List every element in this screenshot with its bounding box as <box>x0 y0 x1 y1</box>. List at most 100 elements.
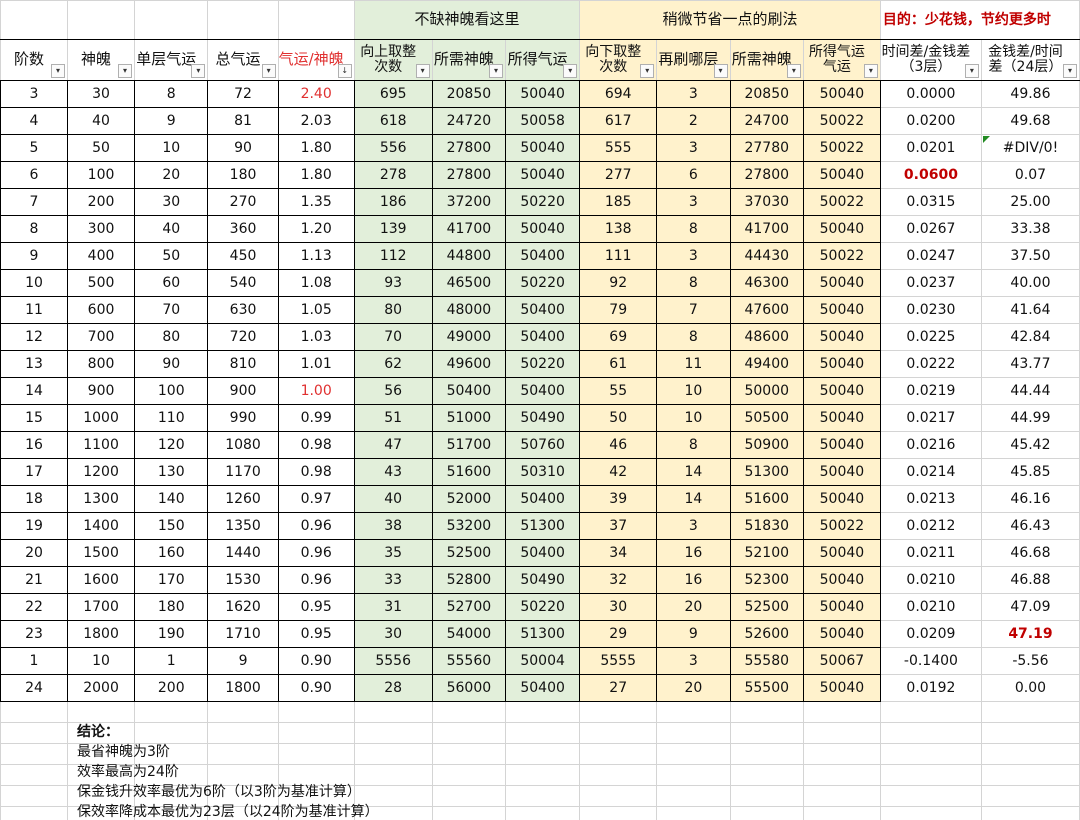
table-cell[interactable]: 50040 <box>802 80 881 108</box>
table-cell[interactable]: 1530 <box>207 566 279 594</box>
table-cell[interactable]: 30 <box>353 620 433 648</box>
table-cell[interactable]: 0.98 <box>277 431 355 459</box>
table-cell[interactable]: 50040 <box>802 485 881 513</box>
table-cell[interactable]: 16 <box>656 566 731 594</box>
empty-cell[interactable] <box>579 743 658 765</box>
filter-dropdown-icon[interactable]: ▾ <box>640 64 655 78</box>
table-cell[interactable]: 10 <box>656 404 731 432</box>
empty-cell[interactable] <box>277 701 355 723</box>
table-cell[interactable]: 1100 <box>67 431 136 459</box>
table-cell[interactable]: 0.0247 <box>879 242 982 270</box>
empty-cell[interactable] <box>980 722 1080 744</box>
table-cell[interactable]: 8 <box>656 431 731 459</box>
table-cell[interactable]: 43.77 <box>980 350 1080 378</box>
table-cell[interactable]: 20 <box>656 593 731 621</box>
empty-cell[interactable] <box>431 743 507 765</box>
column-header[interactable]: 向上取整次数 ▾ <box>353 39 433 81</box>
table-cell[interactable]: 51830 <box>729 512 804 540</box>
empty-cell[interactable] <box>656 785 731 807</box>
table-cell[interactable]: 50040 <box>802 377 881 405</box>
table-cell[interactable]: 3 <box>656 134 731 162</box>
table-cell[interactable]: 4 <box>0 107 69 135</box>
empty-cell[interactable] <box>802 806 881 820</box>
table-cell[interactable]: 50022 <box>802 134 881 162</box>
table-cell[interactable]: 0.96 <box>277 539 355 567</box>
table-cell[interactable]: 277 <box>579 161 658 189</box>
table-cell[interactable]: 70 <box>134 296 209 324</box>
column-header[interactable]: 神魄 ▾ <box>67 39 136 81</box>
table-cell[interactable]: 50400 <box>505 296 581 324</box>
table-cell[interactable]: 900 <box>207 377 279 405</box>
table-cell[interactable]: 1800 <box>67 620 136 648</box>
table-cell[interactable]: 28 <box>353 674 433 702</box>
table-cell[interactable]: 0.0201 <box>879 134 982 162</box>
table-cell[interactable]: 37.50 <box>980 242 1080 270</box>
conclusion-line-2[interactable]: 效率最高为24阶 <box>77 762 379 782</box>
table-cell[interactable]: 0.97 <box>277 485 355 513</box>
table-cell[interactable]: 50067 <box>802 647 881 675</box>
table-cell[interactable]: 130 <box>134 458 209 486</box>
empty-cell[interactable] <box>879 785 982 807</box>
table-cell[interactable]: 51300 <box>505 620 581 648</box>
table-cell[interactable]: 160 <box>134 539 209 567</box>
table-cell[interactable]: 30 <box>579 593 658 621</box>
table-cell[interactable]: 27800 <box>431 134 507 162</box>
table-cell[interactable]: 200 <box>67 188 136 216</box>
empty-cell[interactable] <box>579 722 658 744</box>
table-cell[interactable]: 450 <box>207 242 279 270</box>
table-cell[interactable]: 50022 <box>802 242 881 270</box>
table-cell[interactable]: 0.07 <box>980 161 1080 189</box>
table-cell[interactable]: 50004 <box>505 647 581 675</box>
conclusion-line-4[interactable]: 保效率降成本最优为23层（以24阶为基准计算） <box>77 802 379 820</box>
table-cell[interactable]: 51700 <box>431 431 507 459</box>
filter-dropdown-icon[interactable]: ▾ <box>118 64 133 78</box>
column-header[interactable]: 单层气运 ▾ <box>134 39 209 81</box>
table-cell[interactable]: 49000 <box>431 323 507 351</box>
table-cell[interactable]: 27780 <box>729 134 804 162</box>
table-cell[interactable]: 0.0216 <box>879 431 982 459</box>
table-cell[interactable]: 18 <box>0 485 69 513</box>
empty-cell[interactable] <box>579 764 658 786</box>
table-cell[interactable]: 1.00 <box>277 377 355 405</box>
empty-cell[interactable] <box>729 743 804 765</box>
table-cell[interactable]: 0.0222 <box>879 350 982 378</box>
table-cell[interactable]: 19 <box>0 512 69 540</box>
empty-cell[interactable] <box>879 701 982 723</box>
table-cell[interactable]: 38 <box>353 512 433 540</box>
table-cell[interactable]: 556 <box>353 134 433 162</box>
filter-dropdown-icon[interactable]: ▾ <box>713 64 728 78</box>
empty-cell[interactable] <box>980 764 1080 786</box>
table-cell[interactable]: 80 <box>134 323 209 351</box>
table-cell[interactable]: 11 <box>0 296 69 324</box>
empty-cell[interactable] <box>729 722 804 744</box>
table-cell[interactable]: 50 <box>67 134 136 162</box>
table-cell[interactable]: 16 <box>656 539 731 567</box>
empty-cell[interactable] <box>67 701 136 723</box>
table-cell[interactable]: 600 <box>67 296 136 324</box>
empty-cell[interactable] <box>0 764 69 786</box>
empty-cell[interactable] <box>879 743 982 765</box>
table-cell[interactable]: 62 <box>353 350 433 378</box>
table-cell[interactable]: 1000 <box>67 404 136 432</box>
table-cell[interactable]: 1.20 <box>277 215 355 243</box>
table-cell[interactable]: 51600 <box>431 458 507 486</box>
empty-cell[interactable] <box>0 785 69 807</box>
table-cell[interactable]: 46.16 <box>980 485 1080 513</box>
table-cell[interactable]: 56 <box>353 377 433 405</box>
table-cell[interactable]: 55500 <box>729 674 804 702</box>
empty-cell[interactable] <box>0 743 69 765</box>
table-cell[interactable]: 0.98 <box>277 458 355 486</box>
table-cell[interactable]: 1200 <box>67 458 136 486</box>
table-cell[interactable]: 990 <box>207 404 279 432</box>
table-cell[interactable]: 33 <box>353 566 433 594</box>
column-header[interactable]: 所得气运气运 ▾ <box>802 39 881 81</box>
table-cell[interactable]: 9 <box>207 647 279 675</box>
table-cell[interactable]: 7 <box>0 188 69 216</box>
table-cell[interactable]: 2000 <box>67 674 136 702</box>
table-cell[interactable]: 0.0217 <box>879 404 982 432</box>
table-cell[interactable]: 46.43 <box>980 512 1080 540</box>
table-cell[interactable]: 111 <box>579 242 658 270</box>
table-cell[interactable]: 1400 <box>67 512 136 540</box>
table-cell[interactable]: 14 <box>656 485 731 513</box>
table-cell[interactable]: 0.0200 <box>879 107 982 135</box>
